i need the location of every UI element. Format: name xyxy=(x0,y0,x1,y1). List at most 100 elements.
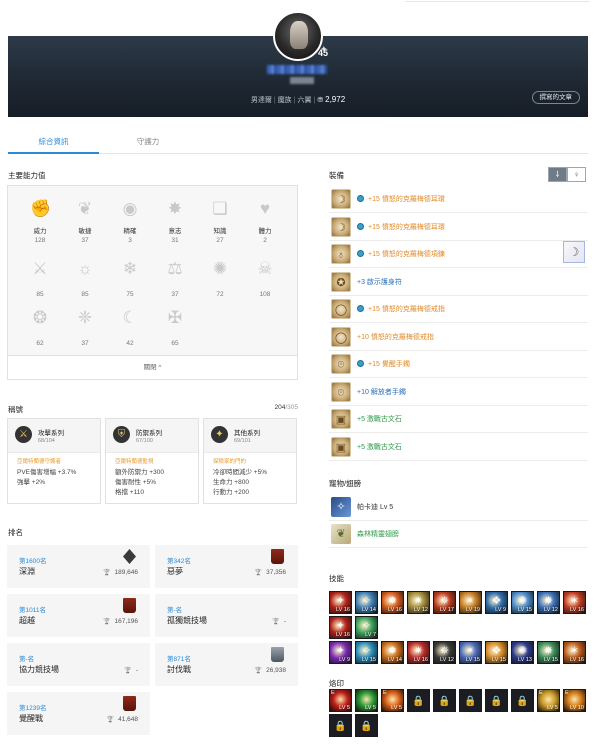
locked-rune-slot[interactable]: 🔒 xyxy=(407,689,430,712)
rune-icon[interactable]: E LV 10 xyxy=(563,689,586,712)
rune-icon[interactable]: LV 5 xyxy=(355,689,378,712)
rank-card-abyss[interactable]: 第1600名深淵 189,646 xyxy=(7,545,150,588)
equipment-item[interactable]: ◯ +10 憤怒的克羅梅德戒指 xyxy=(329,324,588,351)
rank-emblem-icon xyxy=(123,549,136,564)
pet-item[interactable]: ✧ 帕卡迪 Lv 5 xyxy=(329,494,588,521)
equipment-view-toggle-a[interactable]: ⸸ xyxy=(548,167,567,182)
pets-title: 寵物/翅膀 xyxy=(329,479,362,488)
equipment-item-name: +15 憤怒的克羅梅德耳環 xyxy=(368,196,445,203)
skill-icon[interactable]: ❖ LV 9 xyxy=(485,591,508,614)
stat-value: 62 xyxy=(36,340,44,347)
title-card-sub: 亞爾特蘭德守護者 xyxy=(17,459,62,465)
skill-icon[interactable]: ✧ LV 15 xyxy=(355,641,378,664)
stat-value: 2 xyxy=(263,237,267,244)
locked-rune-slot[interactable]: 🔒 xyxy=(485,689,508,712)
skill-icon[interactable]: ✧ LV 7 xyxy=(355,616,378,639)
equipment-item-name: +15 憤怒的克羅梅德戒指 xyxy=(368,306,445,313)
title-card-attack[interactable]: ⚔ 攻擊系列 68/104 亞爾特蘭德守護者 PVE傷害增幅 +3.7% 強擊 +2% xyxy=(7,418,101,504)
equipment-item[interactable]: ▣ +5 激戰古文石 xyxy=(329,434,588,461)
tab-guardian[interactable]: 守護力 xyxy=(103,130,193,154)
equipment-item[interactable]: ☽ +15 憤怒的克羅梅德耳環 xyxy=(329,186,588,213)
posts-button[interactable]: 撰寫的文章 xyxy=(531,91,580,104)
rank-card-transcend[interactable]: 第1011名超越 167,196 xyxy=(7,594,150,637)
skill-icon[interactable]: ✺ LV 15 xyxy=(511,591,534,614)
skill-icon[interactable]: ✦ LV 16 xyxy=(329,591,352,614)
stat-value: 128 xyxy=(34,237,46,244)
tab-overview[interactable]: 綜合資訊 xyxy=(8,130,99,154)
lock-icon: 🔒 xyxy=(438,696,451,707)
points-value: 2,972 xyxy=(325,95,346,104)
equipment-item[interactable]: ♁ +15 憤怒的克羅梅德項鍊 xyxy=(329,241,588,268)
stat-secondary: ❂ 62 xyxy=(20,308,60,347)
rune-icon[interactable]: E LV 5 xyxy=(537,689,560,712)
skill-icon[interactable]: ✦ LV 16 xyxy=(329,616,352,639)
sun-face-icon: ☼ xyxy=(77,259,93,278)
rank-card-nightmare[interactable]: 第342名惡夢 37,356 xyxy=(155,545,298,588)
runes-title: 烙印 xyxy=(329,679,344,688)
rune-icon[interactable]: E LV 5 xyxy=(381,689,404,712)
rank-card-awakening[interactable]: 第1239名覺醒戰 41,648 xyxy=(7,692,150,735)
skill-icon[interactable]: ✺ LV 13 xyxy=(511,641,534,664)
skill-icon[interactable]: ❖ LV 15 xyxy=(485,641,508,664)
equipment-item-name: +5 激戰古文石 xyxy=(357,443,402,451)
locked-rune-slot[interactable]: 🔒 xyxy=(355,714,378,737)
equipment-item[interactable]: ✪ +3 啟示護身符 xyxy=(329,269,588,296)
rank-points: 37,356 xyxy=(255,569,286,576)
equipment-item[interactable]: ⌾ +10 解放者手鐲 xyxy=(329,379,588,406)
skill-icon[interactable]: ✸ LV 12 xyxy=(537,591,560,614)
skill-icon[interactable]: ✦ LV 9 xyxy=(329,641,352,664)
skill-icon[interactable]: ✹ LV 14 xyxy=(381,641,404,664)
tree-emblem-icon: ❂ xyxy=(32,308,48,327)
title-card-line: 行動力 +200 xyxy=(213,489,249,496)
rank-card-solo-arena[interactable]: 第-名孤獨競技場 - xyxy=(155,594,298,637)
stat-accuracy: ◉ 精確 3 xyxy=(110,199,150,244)
skill-level: LV 14 xyxy=(388,657,402,663)
enchant-gem-icon xyxy=(357,222,364,230)
equipment-item[interactable]: ☽ +15 憤怒的克羅梅德耳環 xyxy=(329,214,588,241)
skill-icon[interactable]: ✷ LV 16 xyxy=(407,641,430,664)
skill-icon[interactable]: ✶ LV 16 xyxy=(563,591,586,614)
title-card-count: 69/101 xyxy=(234,438,251,444)
stat-label: 敏捷 xyxy=(78,228,92,235)
skill-level: LV 19 xyxy=(466,607,480,613)
rank-card-coop-arena[interactable]: 第-名協力競技場 - xyxy=(7,643,150,686)
skill-icon[interactable]: ✵ LV 12 xyxy=(433,641,456,664)
pet-name: 帕卡迪 Lv 5 xyxy=(357,504,394,511)
equipment-view-toggle-b[interactable]: ♀ xyxy=(567,167,586,182)
skill-icon[interactable]: ✶ LV 16 xyxy=(563,641,586,664)
stats-collapse-button[interactable]: 關閉 ^ xyxy=(8,355,297,379)
pet-icon: ✧ xyxy=(331,497,351,517)
skill-icon[interactable]: ✵ LV 17 xyxy=(433,591,456,614)
snowflake-icon: ❄ xyxy=(122,259,138,278)
sword-wings-icon: ⚔ xyxy=(32,259,48,278)
skill-icon[interactable]: ✴ LV 15 xyxy=(459,641,482,664)
title-card-other[interactable]: ✦ 其他系列 69/101 探險家的門的 冷卻時間減少 +5% 生命力 +800 行動力 … xyxy=(203,418,297,504)
skill-level: LV 7 xyxy=(365,632,376,638)
skill-icon[interactable]: ✸ LV 15 xyxy=(537,641,560,664)
skill-icon[interactable]: ✹ LV 16 xyxy=(381,591,404,614)
locked-rune-slot[interactable]: 🔒 xyxy=(511,689,534,712)
equipment-item[interactable]: ◯ +15 憤怒的克羅梅德戒指 xyxy=(329,296,588,323)
title-card-defense[interactable]: ⛨ 防禦系列 67/100 亞爾特蘭德監視 額外防禦力 +300 傷害耐性 +5% 格擋 … xyxy=(105,418,199,504)
skill-icon[interactable]: ✷ LV 12 xyxy=(407,591,430,614)
rank-position: 第1600名 xyxy=(19,558,47,565)
attack-icon: ⚔ xyxy=(15,426,32,443)
skill-icon[interactable]: ✧ LV 14 xyxy=(355,591,378,614)
rank-points: - xyxy=(124,667,138,674)
skill-icon[interactable]: ✴ LV 19 xyxy=(459,591,482,614)
equipment-item[interactable]: ▣ +5 激戰古文石 xyxy=(329,406,588,433)
stat-value: 37 xyxy=(81,340,89,347)
locked-rune-slot[interactable]: 🔒 xyxy=(459,689,482,712)
rune-icon[interactable]: E LV 5 xyxy=(329,689,352,712)
wings-item[interactable]: ❦ 森林精靈翅膀 xyxy=(329,521,588,548)
skin-necklace-icon[interactable]: ☽ xyxy=(563,241,585,263)
rune-level: LV 5 xyxy=(365,705,376,711)
necklace-icon: ♁ xyxy=(331,244,351,264)
locked-rune-slot[interactable]: 🔒 xyxy=(329,714,352,737)
stat-secondary: ❄ 75 xyxy=(110,259,150,298)
rank-card-conquest[interactable]: 第871名討伐戰 26,938 xyxy=(155,643,298,686)
equipment-item[interactable]: ⌾ +15 覺醒手鐲 xyxy=(329,351,588,378)
stat-value: 3 xyxy=(128,237,132,244)
locked-rune-slot[interactable]: 🔒 xyxy=(433,689,456,712)
stat-secondary: ✺ 72 xyxy=(200,259,240,298)
